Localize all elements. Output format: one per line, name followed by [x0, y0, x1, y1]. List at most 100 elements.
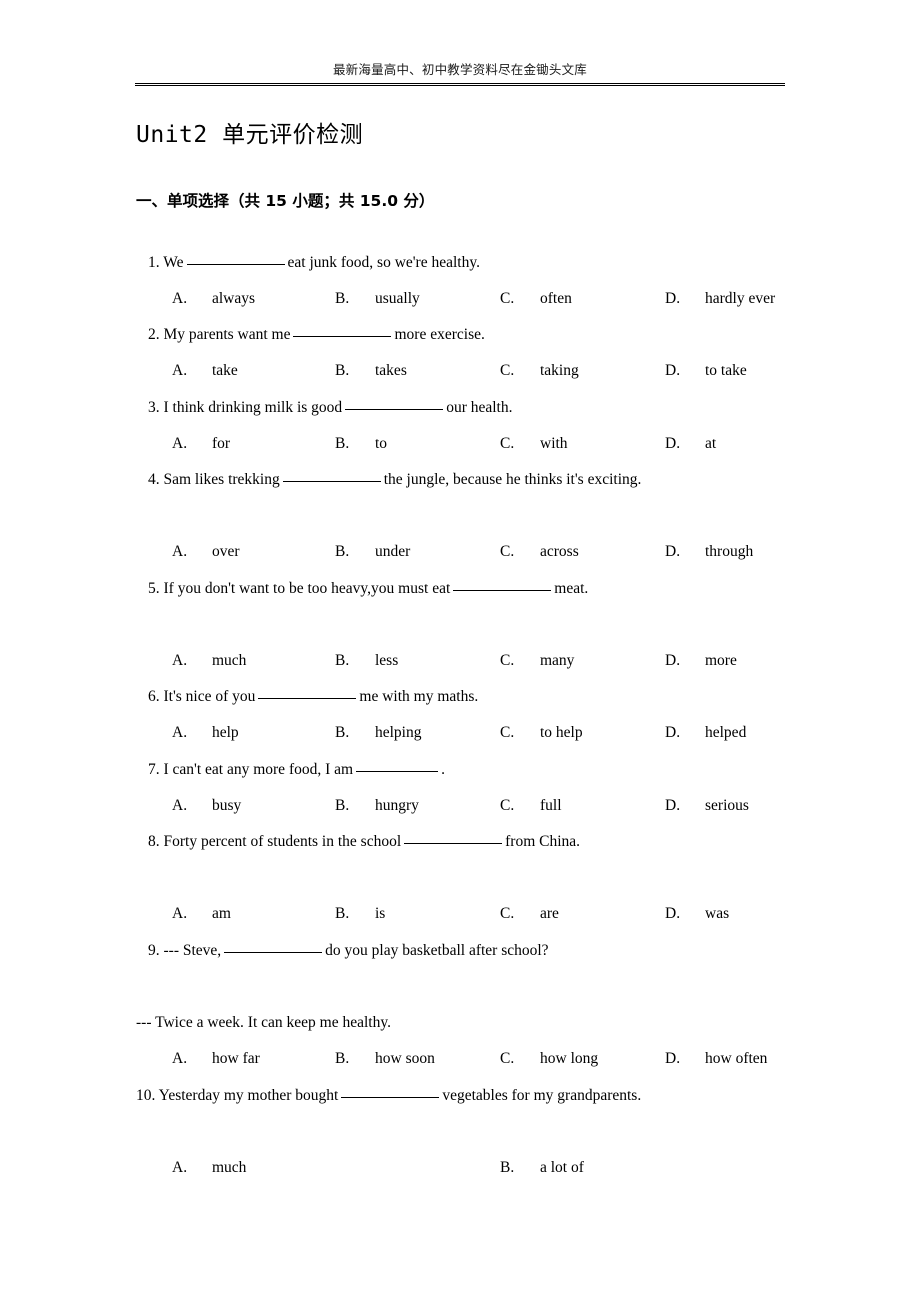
option-4-a-text: over — [212, 543, 240, 560]
option-2-a-label: A. — [172, 362, 188, 379]
option-7-b-text: hungry — [375, 797, 419, 814]
option-8-a-label: A. — [172, 905, 188, 922]
option-4-b-text: under — [375, 543, 411, 560]
option-1-b-text: usually — [375, 290, 420, 307]
option-5-c[interactable]: C. many — [500, 651, 574, 671]
option-6-a[interactable]: A. help — [172, 723, 239, 743]
option-8-b-label: B. — [335, 905, 350, 922]
option-7-c[interactable]: C. full — [500, 796, 562, 816]
option-5-b-text: less — [375, 652, 399, 669]
option-10-b[interactable]: B. a lot of — [500, 1158, 584, 1178]
option-7-b[interactable]: B. hungry — [335, 796, 419, 816]
option-9-a[interactable]: A. how far — [172, 1049, 260, 1069]
option-9-d[interactable]: D. how often — [665, 1049, 767, 1069]
option-3-c-text: with — [540, 435, 568, 452]
option-3-a[interactable]: A. for — [172, 434, 230, 454]
answer-blank-3 — [345, 409, 444, 410]
option-8-b[interactable]: B. is — [335, 904, 385, 924]
option-6-c[interactable]: C. to help — [500, 723, 583, 743]
option-9-a-label: A. — [172, 1050, 188, 1067]
option-4-c-label: C. — [500, 543, 515, 560]
option-6-b[interactable]: B. helping — [335, 723, 422, 743]
option-8-d-text: was — [705, 905, 730, 922]
option-7-b-label: B. — [335, 797, 350, 814]
option-1-a[interactable]: A. always — [172, 289, 255, 309]
option-6-d[interactable]: D. helped — [665, 723, 746, 743]
option-1-c[interactable]: C. often — [500, 289, 572, 309]
question-stem-7: 7. I can't eat any more food, I am. — [148, 760, 445, 780]
option-4-d[interactable]: D. through — [665, 542, 753, 562]
option-2-d-label: D. — [665, 362, 681, 379]
option-9-b-label: B. — [335, 1050, 350, 1067]
option-7-a-label: A. — [172, 797, 188, 814]
option-2-c[interactable]: C. taking — [500, 361, 579, 381]
option-8-d[interactable]: D. was — [665, 904, 729, 924]
option-9-c-text: how long — [540, 1050, 599, 1067]
question-stem-2-after: more exercise. — [394, 326, 485, 343]
question-stem-3-before: 3. I think drinking milk is good — [148, 399, 343, 416]
option-5-a-text: much — [212, 652, 247, 669]
question-stem-1-after: eat junk food, so we're healthy. — [287, 254, 480, 271]
option-7-a-text: busy — [212, 797, 242, 814]
option-3-b[interactable]: B. to — [335, 434, 387, 454]
option-2-a-text: take — [212, 362, 238, 379]
option-7-a[interactable]: A. busy — [172, 796, 241, 816]
option-10-a-label: A. — [172, 1159, 188, 1176]
option-1-b[interactable]: B. usually — [335, 289, 420, 309]
option-3-d-label: D. — [665, 435, 681, 452]
option-row-10: A. much B. a lot of — [0, 1158, 920, 1178]
question-stem-10-before: 10. Yesterday my mother bought — [136, 1087, 339, 1104]
option-3-d[interactable]: D. at — [665, 434, 716, 454]
option-6-b-label: B. — [335, 724, 350, 741]
option-1-a-text: always — [212, 290, 256, 307]
answer-blank-9 — [224, 952, 323, 953]
answer-blank-6 — [258, 698, 357, 699]
option-10-b-text: a lot of — [540, 1159, 584, 1176]
option-5-a[interactable]: A. much — [172, 651, 246, 671]
option-4-b[interactable]: B. under — [335, 542, 410, 562]
question-9-reply-line: --- Twice a week. It can keep me healthy… — [136, 1013, 391, 1033]
option-row-2: A. take B. takes C. taking D. to take — [0, 361, 920, 381]
option-7-d[interactable]: D. serious — [665, 796, 749, 816]
question-stem-7-after: . — [441, 761, 445, 778]
option-1-d-text: hardly ever — [705, 290, 776, 307]
option-3-c-label: C. — [500, 435, 515, 452]
option-9-d-label: D. — [665, 1050, 681, 1067]
question-stem-9: 9. --- Steve, do you play basketball afte… — [148, 941, 549, 961]
page-title: Unit2 单元评价检测 — [136, 122, 364, 148]
option-4-c-text: across — [540, 543, 579, 560]
question-stem-1-before: 1. We — [148, 254, 184, 271]
option-7-d-text: serious — [705, 797, 749, 814]
option-2-a[interactable]: A. take — [172, 361, 238, 381]
option-8-b-text: is — [375, 905, 386, 922]
option-4-a[interactable]: A. over — [172, 542, 240, 562]
answer-blank-5 — [453, 590, 552, 591]
option-1-a-label: A. — [172, 290, 188, 307]
question-stem-6: 6. It's nice of you me with my maths. — [148, 687, 478, 707]
option-5-b[interactable]: B. less — [335, 651, 398, 671]
option-2-d[interactable]: D. to take — [665, 361, 747, 381]
option-8-c-text: are — [540, 905, 559, 922]
option-8-a[interactable]: A. am — [172, 904, 231, 924]
option-9-b[interactable]: B. how soon — [335, 1049, 435, 1069]
option-1-d[interactable]: D. hardly ever — [665, 289, 775, 309]
option-9-d-text: how often — [705, 1050, 768, 1067]
option-8-c[interactable]: C. are — [500, 904, 559, 924]
option-1-c-text: often — [540, 290, 572, 307]
option-2-b[interactable]: B. takes — [335, 361, 407, 381]
option-4-c[interactable]: C. across — [500, 542, 579, 562]
option-5-b-label: B. — [335, 652, 350, 669]
option-10-a[interactable]: A. much — [172, 1158, 246, 1178]
question-stem-6-before: 6. It's nice of you — [148, 688, 256, 705]
option-row-8: A. am B. is C. are D. was — [0, 904, 920, 924]
question-stem-9-after: do you play basketball after school? — [325, 942, 549, 959]
question-stem-5: 5. If you don't want to be too heavy,you… — [148, 579, 588, 599]
option-3-c[interactable]: C. with — [500, 434, 568, 454]
option-5-d[interactable]: D. more — [665, 651, 737, 671]
option-10-b-label: B. — [500, 1159, 515, 1176]
option-9-c[interactable]: C. how long — [500, 1049, 598, 1069]
question-stem-10-after: vegetables for my grandparents. — [442, 1087, 642, 1104]
question-stem-9-before: 9. --- Steve, — [148, 942, 222, 959]
option-row-1: A. always B. usually C. often D. hardly ever — [0, 289, 920, 309]
option-3-a-label: A. — [172, 435, 188, 452]
